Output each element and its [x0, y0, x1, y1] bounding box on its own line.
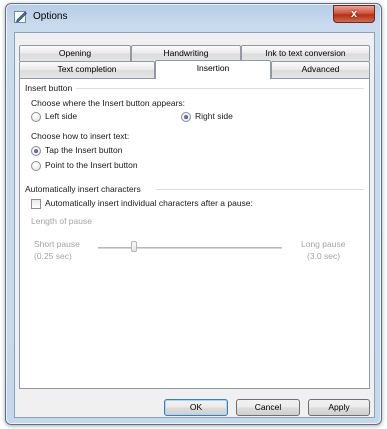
- tab-handwriting[interactable]: Handwriting: [131, 45, 241, 61]
- pause-slider-track: [98, 247, 282, 249]
- tab-insertion[interactable]: Insertion: [155, 60, 271, 79]
- pause-slider-thumb[interactable]: [131, 241, 137, 252]
- right-side-label: Right side: [195, 111, 233, 121]
- insert-text-method-prompt: Choose how to insert text:: [31, 131, 130, 141]
- close-icon: x: [350, 8, 358, 20]
- left-side-radio[interactable]: Left side: [31, 111, 141, 123]
- insert-button-group-label: Insert button: [25, 83, 73, 93]
- tap-insert-radio[interactable]: Tap the Insert button: [31, 145, 231, 157]
- group-separator: [76, 88, 364, 89]
- auto-insert-group-label: Automatically insert characters: [25, 184, 141, 194]
- long-pause-label: Long pause: [301, 239, 346, 249]
- tap-insert-label: Tap the Insert button: [45, 145, 123, 155]
- apply-button[interactable]: Apply: [308, 399, 370, 416]
- group-separator: [156, 189, 364, 190]
- pen-options-icon: [14, 11, 27, 23]
- auto-insert-checkbox-row[interactable]: Automatically insert individual characte…: [31, 198, 351, 210]
- pause-length-label: Length of pause: [31, 216, 92, 226]
- tap-insert-radio-button[interactable]: [31, 146, 41, 156]
- title-bar[interactable]: Options x: [6, 4, 381, 30]
- cancel-button[interactable]: Cancel: [236, 399, 300, 416]
- tab-advanced[interactable]: Advanced: [271, 61, 370, 78]
- auto-insert-label: Automatically insert individual characte…: [45, 198, 253, 208]
- close-button[interactable]: x: [333, 5, 375, 23]
- auto-insert-checkbox[interactable]: [31, 199, 41, 209]
- short-pause-value: (0.25 sec): [34, 251, 72, 261]
- point-insert-radio[interactable]: Point to the Insert button: [31, 160, 231, 172]
- ok-button[interactable]: OK: [164, 399, 228, 416]
- short-pause-label: Short pause: [34, 239, 80, 249]
- long-pause-value: (3.0 sec): [307, 251, 341, 261]
- point-insert-radio-button[interactable]: [31, 161, 41, 171]
- insert-button-location-prompt: Choose where the Insert button appears:: [31, 98, 186, 108]
- window-title: Options: [33, 11, 68, 22]
- tab-ink-to-text-conversion[interactable]: Ink to text conversion: [241, 45, 370, 61]
- left-side-label: Left side: [45, 111, 78, 121]
- tab-opening[interactable]: Opening: [19, 45, 131, 61]
- left-side-radio-button[interactable]: [31, 112, 41, 122]
- right-side-radio-button[interactable]: [181, 112, 191, 122]
- point-insert-label: Point to the Insert button: [45, 160, 138, 170]
- right-side-radio[interactable]: Right side: [181, 111, 291, 123]
- tab-text-completion[interactable]: Text completion: [19, 61, 155, 78]
- insertion-tab-page: Insert button Choose where the Insert bu…: [19, 78, 370, 389]
- options-window: Options x Opening Handwriting Ink to tex…: [5, 3, 382, 425]
- dialog-body: Opening Handwriting Ink to text conversi…: [14, 32, 375, 418]
